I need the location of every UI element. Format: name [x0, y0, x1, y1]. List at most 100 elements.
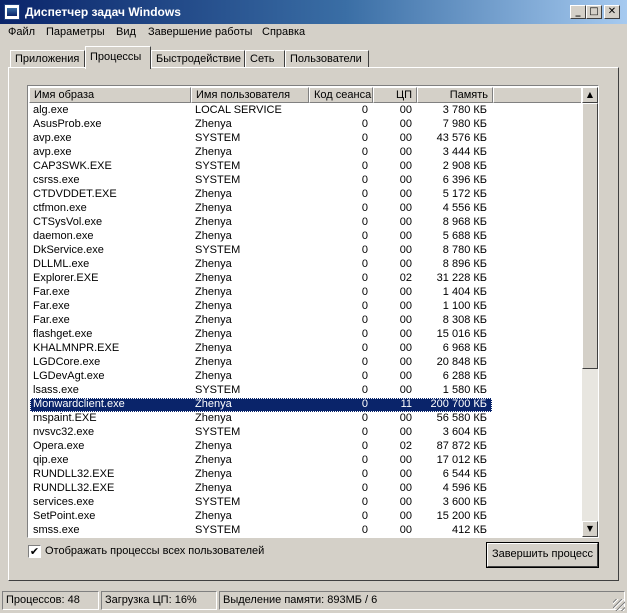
column-session-id[interactable]: Код сеанса — [309, 87, 373, 103]
column-image-name[interactable]: Имя образа — [29, 87, 191, 103]
process-rows: alg.exe LOCAL SERVICE 0 00 3 780 КБ AsusProb.… — [29, 104, 581, 537]
end-process-button[interactable]: Завершить процесс — [486, 542, 599, 568]
cell-image-name: CTDVDDET.EXE — [33, 188, 117, 200]
column-user-name[interactable]: Имя пользователя — [191, 87, 309, 103]
cell-cpu: 00 — [399, 230, 412, 242]
menu-shutdown[interactable]: Завершение работы — [148, 26, 252, 38]
table-row[interactable]: Far.exe Zhenya 0 00 8 308 КБ — [29, 314, 581, 328]
vertical-scrollbar[interactable]: ▲ ▼ — [582, 87, 598, 537]
tab-applications[interactable]: Приложения — [10, 50, 85, 68]
cell-user-name: Zhenya — [195, 258, 232, 270]
table-row[interactable]: Monwardclient.exe Zhenya 0 11 200 700 КБ — [29, 398, 581, 412]
cell-image-name: RUNDLL32.EXE — [33, 482, 115, 494]
table-row[interactable]: qip.exe Zhenya 0 00 17 012 КБ — [29, 454, 581, 468]
table-row[interactable]: DLLML.exe Zhenya 0 00 8 896 КБ — [29, 258, 581, 272]
table-row[interactable]: Explorer.EXE Zhenya 0 02 31 228 КБ — [29, 272, 581, 286]
cell-cpu: 00 — [399, 244, 412, 256]
show-all-users-label[interactable]: Отображать процессы всех пользователей — [45, 545, 264, 557]
cell-user-name: Zhenya — [195, 286, 232, 298]
process-list[interactable]: Имя образа Имя пользователя Код сеанса Ц… — [27, 85, 599, 538]
cell-session-id: 0 — [361, 468, 368, 480]
status-bar: Процессов: 48 Загрузка ЦП: 16% Выделение… — [0, 589, 627, 613]
title-bar[interactable]: Диспетчер задач Windows _ □ ✕ — [0, 0, 627, 24]
tab-performance[interactable]: Быстродействие — [151, 50, 245, 68]
table-row[interactable]: RUNDLL32.EXE Zhenya 0 00 6 544 КБ — [29, 468, 581, 482]
table-row[interactable]: avp.exe Zhenya 0 00 3 444 КБ — [29, 146, 581, 160]
cell-user-name: Zhenya — [195, 216, 232, 228]
cell-session-id: 0 — [361, 524, 368, 536]
maximize-button[interactable]: □ — [586, 5, 602, 19]
table-row[interactable]: CTSysVol.exe Zhenya 0 00 8 968 КБ — [29, 216, 581, 230]
cell-cpu: 00 — [399, 160, 412, 172]
table-row[interactable]: CTDVDDET.EXE Zhenya 0 00 5 172 КБ — [29, 188, 581, 202]
menu-help[interactable]: Справка — [262, 26, 305, 38]
table-row[interactable]: LGDCore.exe Zhenya 0 00 20 848 КБ — [29, 356, 581, 370]
tab-processes[interactable]: Процессы — [85, 46, 151, 69]
cell-image-name: Monwardclient.exe — [33, 398, 125, 410]
cell-user-name: SYSTEM — [195, 160, 241, 172]
table-row[interactable]: LGDevAgt.exe Zhenya 0 00 6 288 КБ — [29, 370, 581, 384]
cell-image-name: CAP3SWK.EXE — [33, 160, 112, 172]
table-row[interactable]: RUNDLL32.EXE Zhenya 0 00 4 596 КБ — [29, 482, 581, 496]
cell-memory: 31 228 КБ — [436, 272, 487, 284]
column-cpu[interactable]: ЦП — [373, 87, 417, 103]
scroll-thumb[interactable] — [582, 103, 598, 369]
table-row[interactable]: DkService.exe SYSTEM 0 00 8 780 КБ — [29, 244, 581, 258]
table-row[interactable]: alg.exe LOCAL SERVICE 0 00 3 780 КБ — [29, 104, 581, 118]
minimize-button[interactable]: _ — [570, 5, 586, 19]
tab-network[interactable]: Сеть — [245, 50, 285, 68]
table-row[interactable]: flashget.exe Zhenya 0 00 15 016 КБ — [29, 328, 581, 342]
menu-file[interactable]: Файл — [8, 26, 35, 38]
cell-memory: 8 780 КБ — [442, 244, 487, 256]
close-button[interactable]: ✕ — [604, 5, 620, 19]
table-row[interactable]: daemon.exe Zhenya 0 00 5 688 КБ — [29, 230, 581, 244]
cell-cpu: 11 — [400, 398, 412, 410]
table-row[interactable]: SetPoint.exe Zhenya 0 00 15 200 КБ — [29, 510, 581, 524]
show-all-users-checkbox[interactable]: ✔ — [28, 545, 41, 558]
cell-user-name: Zhenya — [195, 482, 232, 494]
cell-user-name: Zhenya — [195, 398, 232, 410]
cell-cpu: 00 — [399, 258, 412, 270]
status-commit-charge: Выделение памяти: 893МБ / 6 — [219, 591, 625, 610]
scroll-up-button[interactable]: ▲ — [582, 87, 598, 103]
cell-cpu: 00 — [399, 496, 412, 508]
table-row[interactable]: nvsvc32.exe SYSTEM 0 00 3 604 КБ — [29, 426, 581, 440]
cell-user-name: Zhenya — [195, 468, 232, 480]
table-row[interactable]: CAP3SWK.EXE SYSTEM 0 00 2 908 КБ — [29, 160, 581, 174]
table-row[interactable]: csrss.exe SYSTEM 0 00 6 396 КБ — [29, 174, 581, 188]
cell-image-name: qip.exe — [33, 454, 69, 466]
table-row[interactable]: Far.exe Zhenya 0 00 1 100 КБ — [29, 300, 581, 314]
cell-image-name: ctfmon.exe — [33, 202, 87, 214]
cell-session-id: 0 — [361, 286, 368, 298]
table-row[interactable]: Far.exe Zhenya 0 00 1 404 КБ — [29, 286, 581, 300]
cell-memory: 3 604 КБ — [442, 426, 487, 438]
resize-grip[interactable] — [613, 599, 625, 611]
cell-session-id: 0 — [361, 132, 368, 144]
menu-view[interactable]: Вид — [116, 26, 136, 38]
cell-session-id: 0 — [361, 496, 368, 508]
tab-users[interactable]: Пользователи — [285, 50, 369, 68]
cell-image-name: alg.exe — [33, 104, 69, 116]
table-row[interactable]: smss.exe SYSTEM 0 00 412 КБ — [29, 524, 581, 537]
cell-session-id: 0 — [361, 482, 368, 494]
cell-session-id: 0 — [361, 356, 368, 368]
table-row[interactable]: AsusProb.exe Zhenya 0 00 7 980 КБ — [29, 118, 581, 132]
cell-user-name: Zhenya — [195, 272, 232, 284]
table-row[interactable]: avp.exe SYSTEM 0 00 43 576 КБ — [29, 132, 581, 146]
status-cpu-usage: Загрузка ЦП: 16% — [101, 591, 217, 610]
cell-cpu: 00 — [399, 454, 412, 466]
cell-session-id: 0 — [361, 188, 368, 200]
cell-user-name: LOCAL SERVICE — [195, 104, 282, 116]
cell-user-name: SYSTEM — [195, 174, 241, 186]
table-row[interactable]: lsass.exe SYSTEM 0 00 1 580 КБ — [29, 384, 581, 398]
cell-session-id: 0 — [361, 412, 368, 424]
table-row[interactable]: ctfmon.exe Zhenya 0 00 4 556 КБ — [29, 202, 581, 216]
table-row[interactable]: services.exe SYSTEM 0 00 3 600 КБ — [29, 496, 581, 510]
table-row[interactable]: Opera.exe Zhenya 0 02 87 872 КБ — [29, 440, 581, 454]
table-row[interactable]: KHALMNPR.EXE Zhenya 0 00 6 968 КБ — [29, 342, 581, 356]
menu-options[interactable]: Параметры — [46, 26, 105, 38]
scroll-down-button[interactable]: ▼ — [582, 521, 598, 537]
column-memory[interactable]: Память — [417, 87, 493, 103]
cell-cpu: 00 — [399, 174, 412, 186]
table-row[interactable]: mspaint.EXE Zhenya 0 00 56 580 КБ — [29, 412, 581, 426]
